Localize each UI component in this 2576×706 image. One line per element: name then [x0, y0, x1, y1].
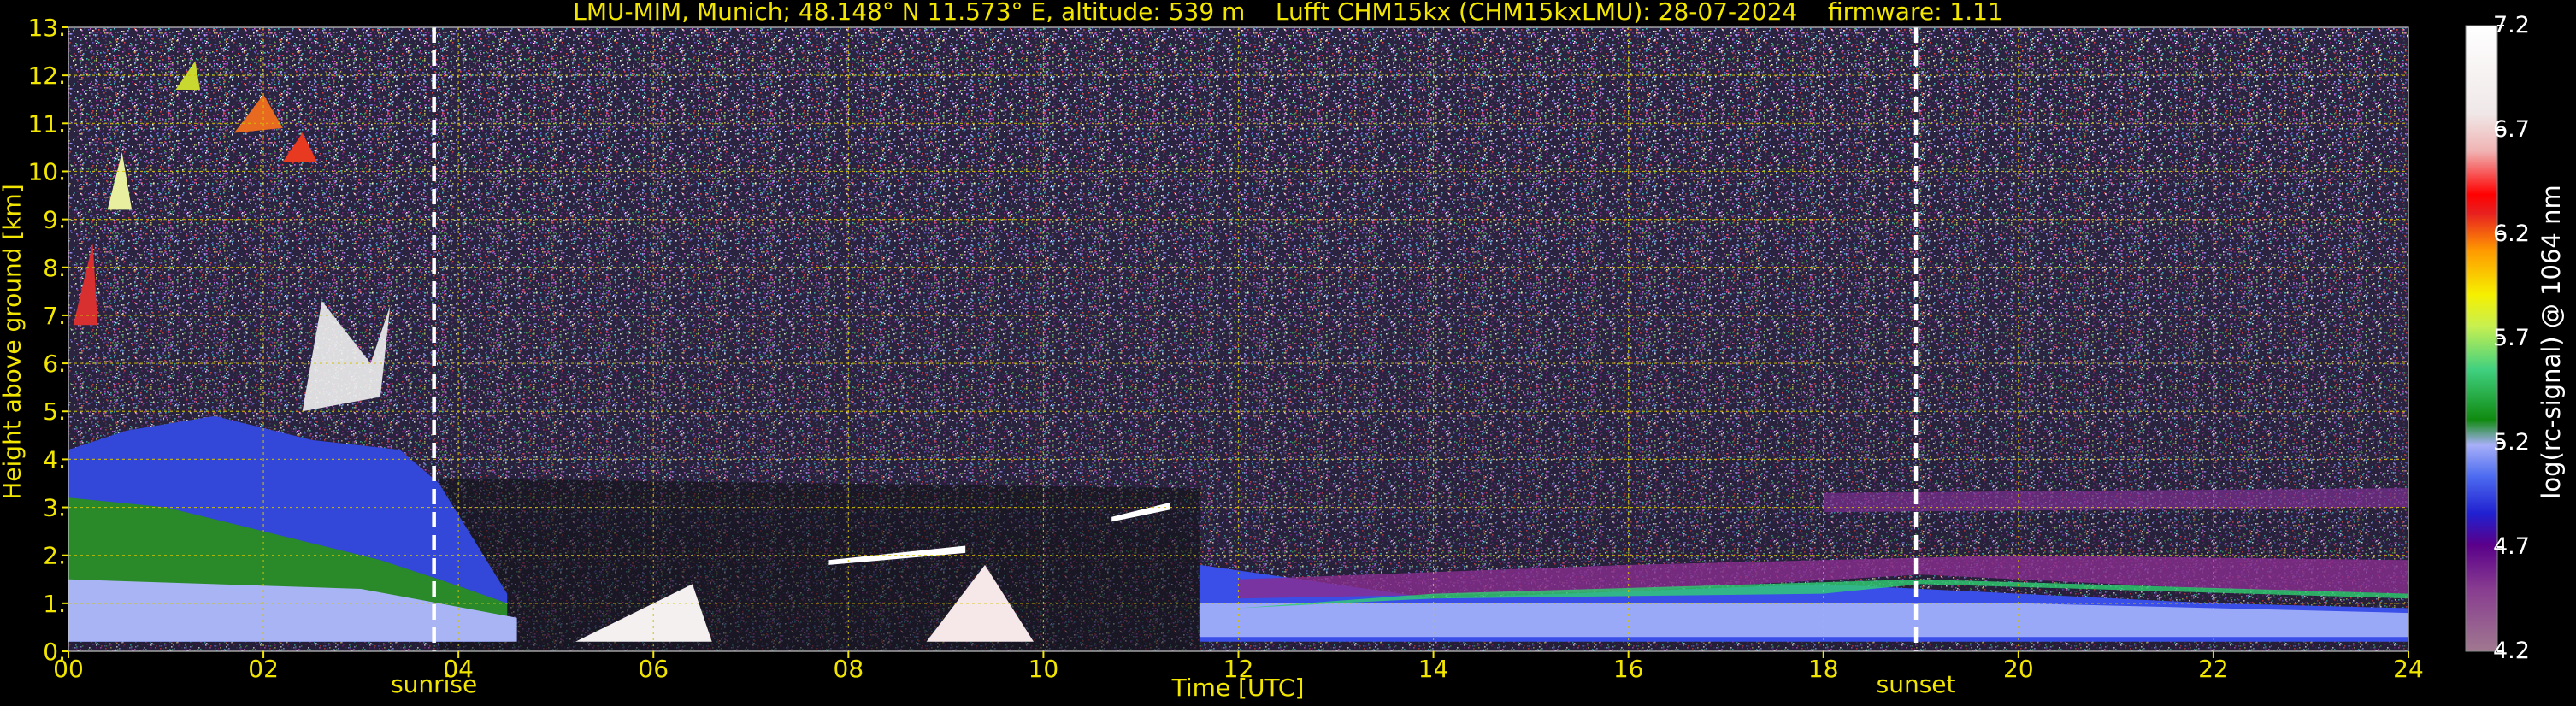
x-tick-label: 14 [1418, 655, 1449, 683]
y-tick-label: 9. [43, 206, 66, 234]
colorbar-tick-label: 6.7 [2493, 116, 2530, 143]
sunrise-label: sunrise [391, 670, 478, 698]
y-tick-label: 6. [43, 350, 66, 378]
y-tick-label: 4. [43, 445, 66, 474]
colorbar-tick-label: 4.7 [2493, 533, 2530, 560]
y-tick-label: 8. [43, 254, 66, 282]
y-tick-label: 10. [27, 157, 66, 185]
y-tick-label: 1. [43, 590, 66, 618]
x-tick-label: 16 [1613, 655, 1644, 683]
x-tick-label: 22 [2198, 655, 2229, 683]
x-tick-label: 20 [2003, 655, 2034, 683]
y-tick-label: 2. [43, 542, 66, 570]
y-tick-label: 11. [27, 109, 66, 138]
colorbar-tick-label: 7.2 [2493, 12, 2530, 38]
y-tick-label: 5. [43, 397, 66, 426]
daytime-low-signal [439, 478, 1200, 651]
colorbar-tick-label: 6.2 [2493, 221, 2530, 247]
colorbar-tick-label: 5.2 [2493, 429, 2530, 456]
y-tick-label: 3. [43, 494, 66, 522]
ceilometer-chart: 00 02 04 06 08 10 12 14 16 18 20 22 240.1.2.3.4.5.6.… [27, 14, 2504, 683]
x-tick-label: 10 [1029, 655, 1059, 683]
x-tick-label: 24 [2393, 655, 2424, 683]
x-tick-label: 06 [638, 655, 669, 683]
y-tick-label: 13. [27, 14, 66, 42]
sunset-label: sunset [1876, 670, 1956, 698]
x-tick-label: 08 [834, 655, 864, 683]
colorbar-tick-label: 4.2 [2493, 638, 2530, 664]
y-tick-label: 12. [27, 62, 66, 90]
x-tick-label: 18 [1808, 655, 1839, 683]
y-axis-label: Height above ground [km] [0, 184, 27, 500]
x-tick-label: 02 [248, 655, 279, 683]
y-tick-label: 0. [43, 638, 66, 666]
x-axis-label: Time [UTC] [1171, 674, 1305, 702]
colorbar-tick-label: 5.7 [2493, 325, 2530, 351]
y-tick-label: 7. [43, 302, 66, 330]
colorbar-label: log(rc-signal) @ 1064 nm [2537, 185, 2566, 499]
